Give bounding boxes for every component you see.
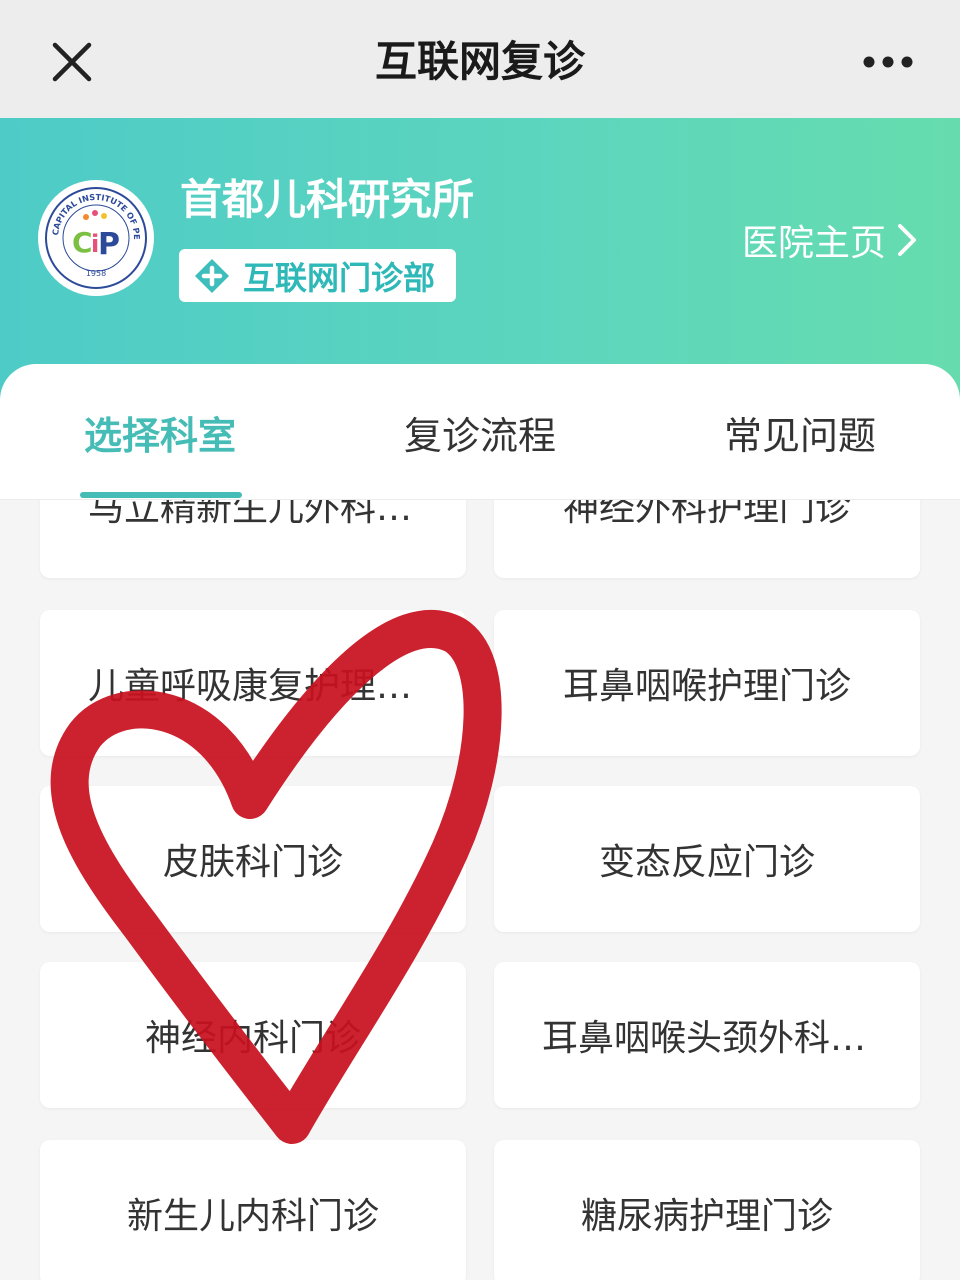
svg-text:C: C — [72, 226, 93, 259]
navigation-bar: 互联网复诊 — [0, 0, 960, 118]
more-button[interactable] — [852, 38, 924, 86]
more-dots-icon — [863, 56, 913, 68]
hospital-name: 首都儿科研究所 — [180, 175, 475, 224]
department-card[interactable]: 耳鼻咽喉头颈外科门诊 — [494, 962, 920, 1108]
department-card[interactable]: 儿童呼吸康复护理门诊 — [40, 610, 466, 756]
department-card[interactable]: 耳鼻咽喉护理门诊 — [494, 610, 920, 756]
hospital-logo: CAPITAL INSTITUTE OF PEDIATRICS 1958 C i… — [38, 180, 154, 296]
svg-text:P: P — [98, 227, 120, 262]
tab-select-department[interactable]: 选择科室 — [0, 364, 320, 500]
close-button[interactable] — [42, 32, 102, 92]
department-label: 变态反应门诊 — [598, 842, 815, 883]
department-card[interactable]: 糖尿病护理门诊 — [494, 1140, 920, 1280]
department-tag-label: 互联网门诊部 — [243, 258, 436, 297]
department-label: 耳鼻咽喉护理门诊 — [562, 666, 851, 707]
department-label: 耳鼻咽喉头颈外科门诊 — [542, 1018, 872, 1059]
department-label: 神经内科门诊 — [144, 1018, 361, 1059]
hospital-home-label: 医院主页 — [742, 223, 887, 264]
page-title: 互联网复诊 — [374, 37, 585, 86]
active-tab-indicator — [80, 492, 242, 498]
department-label: 新生儿内科门诊 — [126, 1196, 379, 1237]
department-label: 皮肤科门诊 — [162, 842, 343, 883]
chevron-right-icon — [898, 224, 917, 256]
hospital-home-link[interactable]: 医院主页 — [742, 214, 942, 266]
tab-revisit-process[interactable]: 复诊流程 — [320, 364, 640, 500]
department-card[interactable]: 神经内科门诊 — [40, 962, 466, 1108]
tab-faq[interactable]: 常见问题 — [640, 364, 960, 500]
department-label: 儿童呼吸康复护理门诊 — [88, 666, 418, 707]
medical-cross-icon — [195, 258, 229, 293]
close-icon — [52, 42, 92, 82]
department-card[interactable]: 皮肤科门诊 — [40, 786, 466, 932]
tab-bar: 选择科室 复诊流程 常见问题 — [0, 364, 960, 500]
department-label: 糖尿病护理门诊 — [580, 1196, 833, 1237]
department-card[interactable]: 变态反应门诊 — [494, 786, 920, 932]
department-tag: 互联网门诊部 — [179, 249, 456, 302]
department-card[interactable]: 新生儿内科门诊 — [40, 1140, 466, 1280]
svg-text:1958: 1958 — [86, 269, 106, 278]
